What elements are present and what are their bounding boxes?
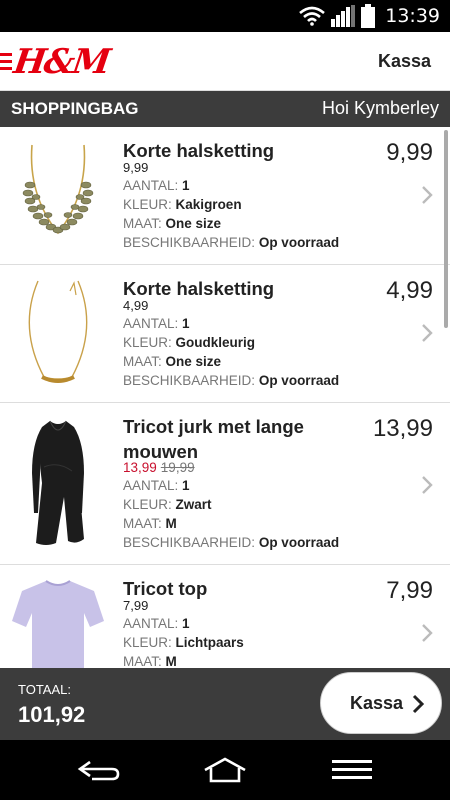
item-size: MAAT: One size — [123, 216, 222, 231]
necklace-green-image — [22, 144, 94, 235]
section-title: SHOPPINGBAG — [11, 99, 139, 118]
scrollbar[interactable] — [444, 130, 448, 328]
item-unit-price: 4,99 — [123, 298, 149, 313]
system-nav-bar — [0, 740, 450, 800]
total-bar: TOTAAL: 101,92 Kassa — [0, 668, 450, 740]
checkout-button-label: Kassa — [350, 693, 404, 713]
cart-item[interactable]: Tricot top 7,99 7,99 AANTAL: 1 KLEUR: Li… — [0, 565, 450, 668]
lilac-top-image — [12, 580, 104, 668]
item-total: 13,99 — [372, 415, 433, 442]
section-header: SHOPPINGBAG Hoi Kymberley — [0, 91, 450, 127]
signal-icon — [331, 5, 356, 27]
cart-item[interactable]: Korte halsketting 9,99 9,99 AANTAL: 1 KL… — [0, 127, 450, 265]
item-availability: BESCHIKBAARHEID: Op voorraad — [123, 373, 340, 388]
chevron-right-icon[interactable] — [420, 322, 434, 344]
checkout-link[interactable]: Kassa — [378, 51, 431, 72]
battery-icon — [361, 4, 376, 28]
item-color: KLEUR: Lichtpaars — [123, 635, 244, 650]
item-price-sale: 13,99 19,99 — [123, 460, 195, 475]
chevron-right-icon[interactable] — [420, 184, 434, 206]
necklace-gold-image — [28, 280, 88, 383]
item-color: KLEUR: Zwart — [123, 497, 212, 512]
item-quantity: AANTAL: 1 — [123, 178, 190, 193]
item-size: MAAT: M — [123, 516, 177, 531]
item-total: 7,99 — [386, 577, 433, 604]
item-availability: BESCHIKBAARHEID: Op voorraad — [123, 235, 340, 250]
hm-logo[interactable]: H&M — [11, 42, 111, 82]
cart-item[interactable]: Tricot jurk met lange mouwen 13,99 13,99… — [0, 403, 450, 565]
home-icon[interactable] — [202, 756, 248, 784]
checkout-button[interactable]: Kassa — [320, 672, 442, 734]
total-label: TOTAAL: — [18, 682, 71, 697]
item-availability: BESCHIKBAARHEID: Op voorraad — [123, 535, 340, 550]
cart-item[interactable]: Korte halsketting 4,99 4,99 AANTAL: 1 KL… — [0, 265, 450, 403]
item-size: MAAT: One size — [123, 354, 222, 369]
clock: 13:39 — [385, 5, 440, 27]
cart-list[interactable]: Korte halsketting 9,99 9,99 AANTAL: 1 KL… — [0, 127, 450, 668]
wifi-icon — [299, 6, 326, 26]
chevron-right-icon — [412, 694, 425, 714]
menu-icon[interactable] — [330, 756, 376, 784]
item-size: MAAT: M — [123, 654, 177, 668]
black-dress-image — [32, 420, 84, 545]
item-color: KLEUR: Kakigroen — [123, 197, 242, 212]
total-value: 101,92 — [18, 702, 86, 727]
item-total: 9,99 — [386, 139, 433, 166]
item-quantity: AANTAL: 1 — [123, 616, 190, 631]
user-greeting[interactable]: Hoi Kymberley — [322, 98, 439, 119]
chevron-right-icon[interactable] — [420, 622, 434, 644]
item-name: Korte halsketting — [123, 140, 275, 161]
item-total: 4,99 — [386, 277, 433, 304]
item-name: Tricot jurk met lange mouwen — [123, 416, 304, 462]
item-quantity: AANTAL: 1 — [123, 478, 190, 493]
item-unit-price: 9,99 — [123, 160, 149, 175]
chevron-right-icon[interactable] — [420, 474, 434, 496]
back-icon[interactable] — [76, 756, 122, 784]
item-color: KLEUR: Goudkleurig — [123, 335, 256, 350]
item-name: Tricot top — [123, 578, 208, 599]
menu-icon[interactable] — [0, 53, 12, 71]
item-unit-price: 7,99 — [123, 598, 149, 613]
status-bar: 13:39 — [0, 0, 450, 32]
app-header: H&M Kassa — [0, 32, 450, 91]
item-quantity: AANTAL: 1 — [123, 316, 190, 331]
item-name: Korte halsketting — [123, 278, 275, 299]
